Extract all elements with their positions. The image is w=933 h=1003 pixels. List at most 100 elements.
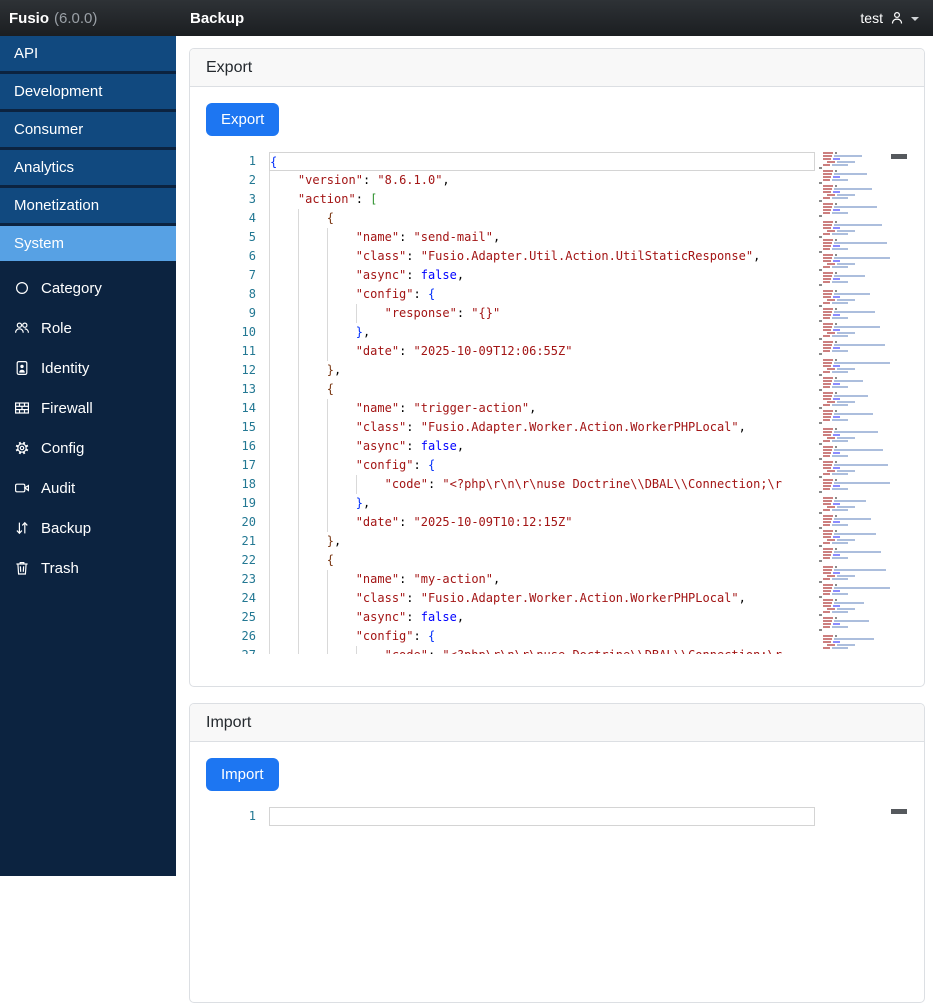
code-line-content[interactable]: "class": "Fusio.Adapter.Worker.Action.Wo… [269,589,815,608]
export-code-editor[interactable]: 1{2 "version": "8.6.1.0",3 "action": [4 … [206,152,908,654]
sub-menu: Category Role Identity Firewall Config Au… [0,264,176,588]
export-panel-body: Export 1{2 "version": "8.6.1.0",3 "actio… [190,87,924,670]
code-line-content[interactable]: { [269,551,815,570]
code-line-content[interactable]: }, [269,361,815,380]
code-line-content[interactable]: "name": "trigger-action", [269,399,815,418]
export-code-area[interactable]: 1{2 "version": "8.6.1.0",3 "action": [4 … [206,152,815,654]
export-code-line: 6 "class": "Fusio.Adapter.Util.Action.Ut… [206,247,815,266]
export-code-line: 10 }, [206,323,815,342]
sidebar-subitem-config[interactable]: Config [0,428,176,468]
import-button[interactable]: Import [206,758,279,791]
code-line-content[interactable]: "code": "<?php\r\n\r\nuse Doctrine\\DBAL… [269,646,815,654]
export-code-line: 7 "async": false, [206,266,815,285]
line-number: 2 [206,171,256,190]
export-code-line: 19 }, [206,494,815,513]
code-line-content[interactable]: { [269,152,815,171]
code-line-content[interactable]: { [269,209,815,228]
sidebar-item-label: Consumer [14,121,83,138]
import-code-area[interactable]: 1 [206,807,815,826]
export-code-line: 3 "action": [ [206,190,815,209]
import-minimap[interactable] [815,807,890,957]
sidebar-subitem-audit[interactable]: Audit [0,468,176,508]
export-code-line: 11 "date": "2025-10-09T12:06:55Z" [206,342,815,361]
sidebar-subitem-label: Firewall [41,400,93,417]
sidebar-item-development[interactable]: Development [0,74,176,109]
line-number: 22 [206,551,256,570]
export-code-line: 13 { [206,380,815,399]
line-number: 13 [206,380,256,399]
export-code-line: 16 "async": false, [206,437,815,456]
code-line-content[interactable]: { [269,380,815,399]
sidebar-item-monetization[interactable]: Monetization [0,188,176,223]
brand-name: Fusio [9,10,49,27]
sidebar-subitem-label: Config [41,440,84,457]
code-line-content[interactable] [269,807,815,826]
code-line-content[interactable]: }, [269,494,815,513]
export-editor-scrollbar[interactable] [891,154,907,159]
brand[interactable]: Fusio (6.0.0) [0,10,176,27]
code-line-content[interactable]: }, [269,323,815,342]
sidebar-item-api[interactable]: API [0,36,176,71]
sidebar-item-consumer[interactable]: Consumer [0,112,176,147]
import-panel-header: Import [190,704,924,742]
sidebar-subitem-trash[interactable]: Trash [0,548,176,588]
user-name: test [860,10,883,26]
sidebar-subitem-label: Audit [41,480,75,497]
sidebar-item-system[interactable]: System [0,226,176,261]
sidebar-subitem-category[interactable]: Category [0,268,176,308]
export-code-line: 1{ [206,152,815,171]
chevron-down-icon [911,17,919,21]
code-line-content[interactable]: "config": { [269,627,815,646]
export-code-line: 23 "name": "my-action", [206,570,815,589]
line-number: 24 [206,589,256,608]
code-line-content[interactable]: "name": "send-mail", [269,228,815,247]
code-line-content[interactable]: "response": "{}" [269,304,815,323]
line-number: 14 [206,399,256,418]
line-number: 12 [206,361,256,380]
arrow-down-up-icon [14,520,30,536]
export-code-line: 18 "code": "<?php\r\n\r\nuse Doctrine\\D… [206,475,815,494]
sidebar-item-label: API [14,45,38,62]
export-code-line: 9 "response": "{}" [206,304,815,323]
code-line-content[interactable]: }, [269,532,815,551]
sidebar-subitem-role[interactable]: Role [0,308,176,348]
import-editor-scrollbar[interactable] [891,809,907,814]
camera-video-icon [14,480,30,496]
code-line-content[interactable]: "config": { [269,285,815,304]
code-line-content[interactable]: "date": "2025-10-09T12:06:55Z" [269,342,815,361]
code-line-content[interactable]: "async": false, [269,266,815,285]
line-number: 15 [206,418,256,437]
line-number: 17 [206,456,256,475]
export-minimap[interactable] [815,152,890,654]
page-title: Backup [176,10,244,27]
sidebar-subitem-label: Trash [41,560,79,577]
code-line-content[interactable]: "name": "my-action", [269,570,815,589]
code-line-content[interactable]: "config": { [269,456,815,475]
sidebar-subitem-label: Role [41,320,72,337]
sidebar-item-analytics[interactable]: Analytics [0,150,176,185]
export-button[interactable]: Export [206,103,279,136]
import-panel-body: Import 1 [190,742,924,973]
line-number: 26 [206,627,256,646]
code-line-content[interactable]: "date": "2025-10-09T10:12:15Z" [269,513,815,532]
code-line-content[interactable]: "async": false, [269,437,815,456]
export-code-line: 20 "date": "2025-10-09T10:12:15Z" [206,513,815,532]
code-line-content[interactable]: "class": "Fusio.Adapter.Util.Action.Util… [269,247,815,266]
line-number: 3 [206,190,256,209]
code-line-content[interactable]: "async": false, [269,608,815,627]
line-number: 7 [206,266,256,285]
import-code-editor[interactable]: 1 [206,807,908,957]
export-code-line: 24 "class": "Fusio.Adapter.Worker.Action… [206,589,815,608]
export-code-line: 2 "version": "8.6.1.0", [206,171,815,190]
topbar: Fusio (6.0.0) Backup test [0,0,933,36]
code-line-content[interactable]: "action": [ [269,190,815,209]
sidebar-subitem-firewall[interactable]: Firewall [0,388,176,428]
line-number: 1 [206,152,256,171]
user-menu[interactable]: test [860,10,933,26]
code-line-content[interactable]: "code": "<?php\r\n\r\nuse Doctrine\\DBAL… [269,475,815,494]
code-line-content[interactable]: "version": "8.6.1.0", [269,171,815,190]
code-line-content[interactable]: "class": "Fusio.Adapter.Worker.Action.Wo… [269,418,815,437]
bricks-icon [14,400,30,416]
sidebar-subitem-backup[interactable]: Backup [0,508,176,548]
sidebar-subitem-identity[interactable]: Identity [0,348,176,388]
